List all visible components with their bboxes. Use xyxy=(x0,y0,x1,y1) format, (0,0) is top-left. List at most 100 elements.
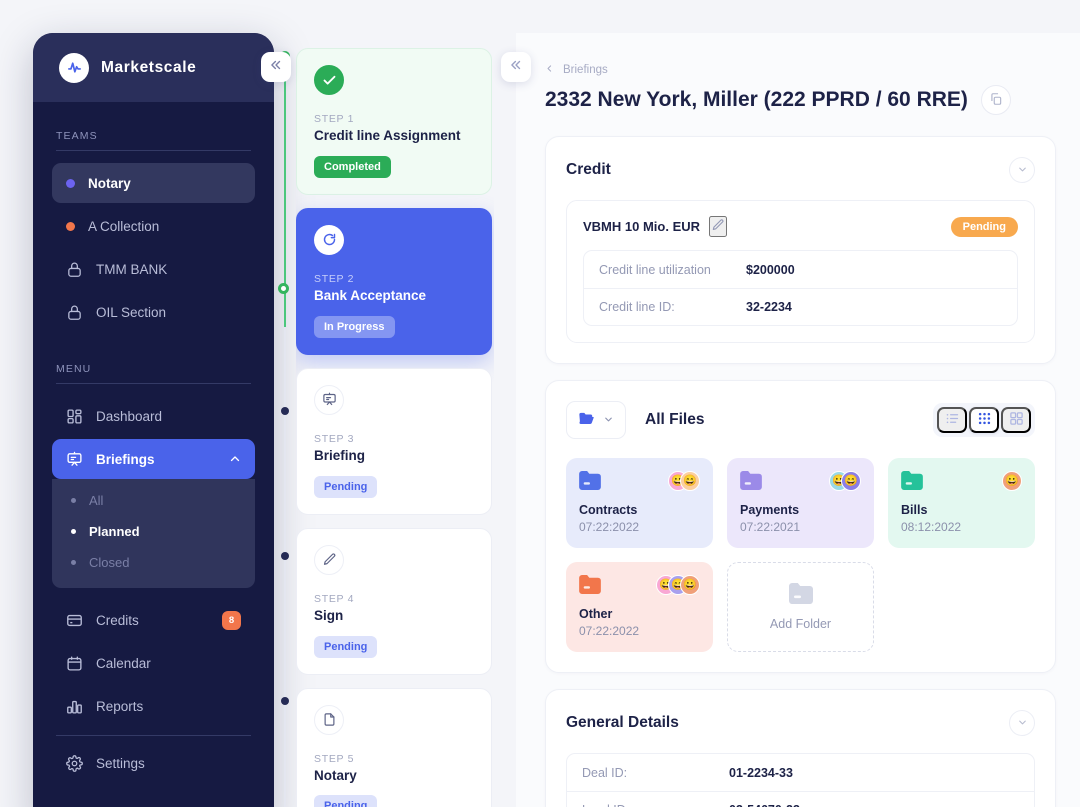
step-number: STEP 1 xyxy=(314,113,355,125)
step-card-3[interactable]: STEP 3 Briefing Pending xyxy=(296,367,492,515)
step-title: Briefing xyxy=(314,447,366,463)
sidebar-item-settings[interactable]: Settings xyxy=(52,743,255,783)
timeline-node-step-2 xyxy=(278,283,289,294)
avatar: 😀 xyxy=(1002,471,1022,491)
sidebar-item-label: Settings xyxy=(96,755,145,771)
step-status-badge: Pending xyxy=(314,795,378,807)
sidebar-item-a-collection[interactable]: A Collection xyxy=(52,206,255,246)
breadcrumb-label: Briefings xyxy=(563,64,608,76)
grid-view-button[interactable] xyxy=(969,407,999,433)
sidebar-subitem-planned[interactable]: Planned xyxy=(52,516,255,547)
step-card-1[interactable]: STEP 1 Credit line Assignment Completed xyxy=(296,48,492,195)
folder-card-contracts[interactable]: 😀 😄 Contracts 07:22:2022 xyxy=(566,458,713,548)
sidebar-subitem-all[interactable]: All xyxy=(52,485,255,516)
chevron-down-icon xyxy=(1017,716,1028,731)
check-icon xyxy=(314,65,344,95)
folder-card-other[interactable]: 😀 😄 😀 Other 07:22:2022 xyxy=(566,562,713,652)
bullet-icon xyxy=(71,529,76,534)
sidebar-item-oil-section[interactable]: OIL Section xyxy=(52,292,255,332)
copy-icon xyxy=(989,92,1003,109)
list-view-button[interactable] xyxy=(937,407,967,433)
sidebar-item-notary[interactable]: Notary xyxy=(52,163,255,203)
sidebar-item-calendar[interactable]: Calendar xyxy=(52,643,255,683)
sidebar-item-label: OIL Section xyxy=(96,304,167,320)
avatar: 😀 xyxy=(680,575,700,595)
steps-column[interactable]: STEP 1 Credit line Assignment Completed … xyxy=(296,48,494,807)
sidebar-subitem-label: All xyxy=(89,493,104,508)
collapse-sidebar-button[interactable] xyxy=(261,52,291,82)
sidebar-item-credits[interactable]: Credits 8 xyxy=(52,600,255,640)
folder-top: 😀 😄 xyxy=(740,471,861,491)
card-view-button[interactable] xyxy=(1001,407,1031,433)
copy-button[interactable] xyxy=(980,85,1011,115)
teams-section-label: TEAMS xyxy=(56,130,98,142)
purple-dot-icon xyxy=(66,178,75,188)
row-value: 03-54670-23 xyxy=(729,803,800,807)
collapse-steps-button[interactable] xyxy=(501,52,531,82)
pencil-icon xyxy=(711,218,725,235)
credit-line-box: VBMH 10 Mio. EUR Pending Credit line uti… xyxy=(566,200,1035,343)
folder-card-payments[interactable]: 😀 😄 Payments 07:22:2021 xyxy=(727,458,874,548)
sidebar-item-briefings[interactable]: Briefings xyxy=(52,439,255,479)
folder-top: 😀 😄 😀 xyxy=(579,575,700,595)
title-row: 2332 New York, Miller (222 PPRD / 60 RRE… xyxy=(545,85,1056,115)
step-card-4[interactable]: STEP 4 Sign Pending xyxy=(296,527,492,675)
step-card-2[interactable]: STEP 2 Bank Acceptance In Progress xyxy=(296,207,492,355)
general-details-collapse-button[interactable] xyxy=(1009,710,1035,736)
credits-badge: 8 xyxy=(222,610,241,630)
step-status-badge: Pending xyxy=(314,475,378,498)
dashboard-icon xyxy=(66,408,83,425)
sidebar-item-dashboard[interactable]: Dashboard xyxy=(52,396,255,436)
folder-filter-dropdown[interactable] xyxy=(566,401,626,439)
sidebar-header: Marketscale xyxy=(33,33,274,102)
timeline-remaining-line xyxy=(284,327,286,807)
table-row: Credit line utilization $200000 xyxy=(584,251,1017,288)
settings-divider xyxy=(56,735,251,736)
bullet-icon xyxy=(71,498,76,503)
sidebar-item-reports[interactable]: Reports xyxy=(52,686,255,726)
folder-date: 08:12:2022 xyxy=(901,520,962,534)
row-value: $200000 xyxy=(746,262,795,277)
document-icon xyxy=(314,704,344,735)
folder-name: Contracts xyxy=(579,503,638,517)
row-value: 01-2234-33 xyxy=(729,765,793,780)
step-number: STEP 2 xyxy=(314,272,355,285)
open-folder-icon xyxy=(578,410,595,430)
credit-status-badge: Pending xyxy=(950,216,1018,237)
lock-icon xyxy=(66,304,83,321)
credit-collapse-button[interactable] xyxy=(1009,157,1035,183)
folder-name: Other xyxy=(579,607,613,621)
sidebar-body: TEAMS Notary A Collection TMM BANK OIL S… xyxy=(33,102,274,783)
chevron-up-icon[interactable] xyxy=(229,453,241,465)
folder-date: 07:22:2022 xyxy=(579,520,640,534)
credit-card-icon xyxy=(66,612,83,629)
step-number: STEP 3 xyxy=(314,432,355,445)
credit-card: Credit VBMH 10 Mio. EUR Pending Credit l… xyxy=(545,136,1056,364)
add-folder-button[interactable]: Add Folder xyxy=(727,562,874,652)
step-number: STEP 5 xyxy=(314,752,355,765)
menu-section-label: MENU xyxy=(56,363,92,375)
files-head: All Files xyxy=(566,401,1035,439)
step-status-badge: In Progress xyxy=(314,315,395,338)
folder-grid: 😀 😄 Contracts 07:22:2022 😀 😄 Payments 07… xyxy=(566,458,1035,652)
edit-credit-line-button[interactable] xyxy=(709,216,728,237)
credit-line-title: VBMH 10 Mio. EUR xyxy=(583,219,701,234)
files-card: All Files 😀 😄 Contracts 07:22:2022 😀 😄 P… xyxy=(545,380,1056,673)
grid-4-icon xyxy=(1009,411,1024,429)
step-card-5[interactable]: STEP 5 Notary Pending xyxy=(296,687,492,807)
avatar-group: 😀 xyxy=(1002,471,1022,491)
step-title: Sign xyxy=(314,607,344,623)
sidebar-item-label: A Collection xyxy=(88,218,160,234)
folder-card-bills[interactable]: 😀 Bills 08:12:2022 xyxy=(888,458,1035,548)
sidebar-subitem-closed[interactable]: Closed xyxy=(52,547,255,578)
sidebar-item-label: Dashboard xyxy=(96,408,163,424)
files-section-title: All Files xyxy=(645,411,705,428)
sidebar-subitem-label: Planned xyxy=(89,524,140,539)
gear-icon xyxy=(66,754,83,772)
sidebar-item-tmm-bank[interactable]: TMM BANK xyxy=(52,249,255,289)
row-value: 32-2234 xyxy=(746,300,792,314)
bullet-icon xyxy=(71,560,76,565)
breadcrumb[interactable]: Briefings xyxy=(545,64,1056,76)
view-toggle-group xyxy=(933,403,1035,437)
folder-icon xyxy=(579,471,601,490)
